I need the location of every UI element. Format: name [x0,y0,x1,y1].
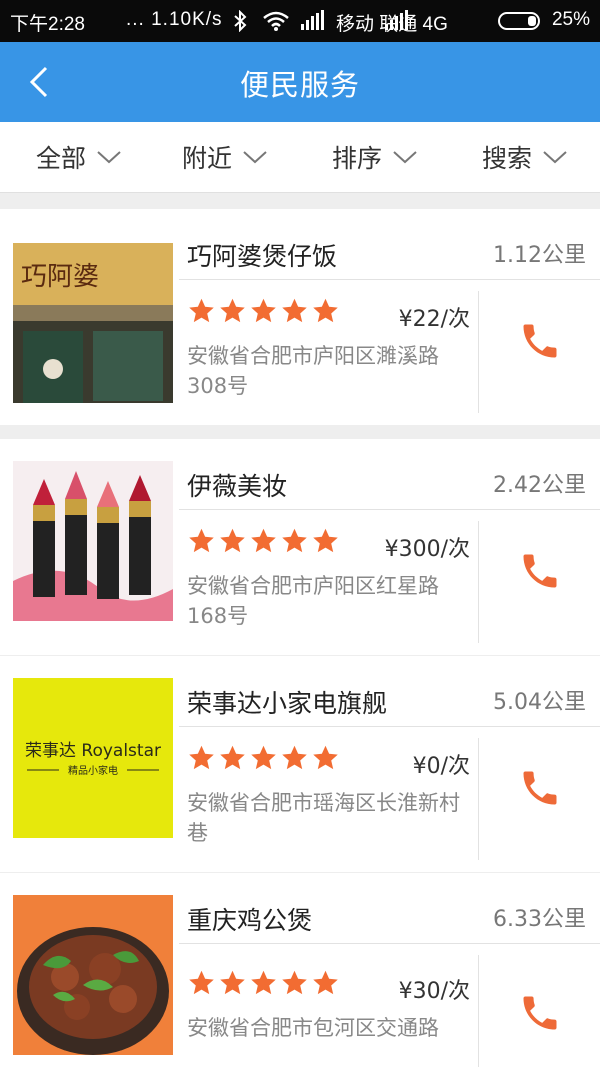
bluetooth-icon [233,9,247,38]
shop-image [13,461,173,621]
filter-all[interactable]: 全部 [36,135,122,179]
star-icon [189,298,214,323]
battery-icon [498,12,544,36]
star-icon [282,970,307,995]
shop-name: 重庆鸡公煲 [187,906,313,935]
app-header: 便民服务 [0,42,600,122]
shop-name: 伊薇美妆 [187,472,288,501]
star-icon [313,970,338,995]
shop-image-label: 巧阿婆 [21,262,99,292]
star-icon [189,528,214,553]
shop-price: ¥30/次 [398,979,470,1004]
shop-address: 安徽省合肥市庐阳区红星路168号 [187,574,439,628]
status-carriers: 移动 联通 4G [336,14,448,35]
signal-icon [301,10,325,36]
chevron-down-icon [543,151,567,164]
shop-name: 巧阿婆煲仔饭 [187,242,338,271]
filter-sort[interactable]: 排序 [332,135,418,179]
list-item[interactable]: 重庆鸡公煲 6.33公里 ¥30/次 安徽省合肥市包河区交通路 [0,873,600,1067]
shop-distance: 6.33公里 [493,907,586,932]
status-bar: 下午2:28 ... 1.10K/s 移动 联通 4G 25% [0,0,600,42]
star-icon [251,970,276,995]
shop-image-label: 荣事达 Royalstar [25,741,161,761]
star-icon [220,745,245,770]
chevron-down-icon [97,151,121,164]
star-rating [187,969,340,997]
shop-image [13,895,173,1055]
phone-icon[interactable] [518,991,562,1035]
star-icon [220,298,245,323]
shop-address: 安徽省合肥市庐阳区濉溪路308号 [187,344,439,398]
shop-address: 安徽省合肥市包河区交通路 [187,1016,439,1040]
shop-distance: 2.42公里 [493,473,586,498]
shop-address: 安徽省合肥市瑶海区长淮新村巷 [187,791,460,845]
filter-nearby[interactable]: 附近 [182,135,268,179]
phone-icon[interactable] [518,319,562,363]
star-icon [313,745,338,770]
filter-label: 附近 [182,144,233,173]
star-icon [220,528,245,553]
filter-label: 排序 [332,144,383,173]
star-icon [251,298,276,323]
shop-price: ¥0/次 [412,754,470,779]
shop-price: ¥300/次 [384,537,470,562]
star-rating [187,527,340,555]
phone-icon[interactable] [518,766,562,810]
shop-name: 荣事达小家电旗舰 [187,689,388,718]
star-rating [187,297,340,325]
wifi-icon [262,10,290,38]
page-title: 便民服务 [239,68,360,102]
star-icon [189,970,214,995]
list-item[interactable]: 巧阿婆 巧阿婆煲仔饭 1.12公里 ¥22/次 安徽省合肥市庐阳区濉溪路308号 [0,209,600,425]
status-time: 下午2:28 [10,14,85,35]
star-icon [189,745,214,770]
star-icon [251,528,276,553]
list-item[interactable]: 荣事达 Royalstar 精品小家电 荣事达小家电旗舰 5.04公里 ¥0/次… [0,656,600,872]
star-rating [187,744,340,772]
chevron-down-icon [243,151,267,164]
shop-distance: 5.04公里 [493,690,586,715]
shop-image: 荣事达 Royalstar 精品小家电 [13,678,173,838]
star-icon [282,745,307,770]
filter-label: 全部 [36,144,87,173]
battery-percent: 25% [551,9,590,30]
star-icon [313,528,338,553]
star-icon [251,745,276,770]
list-item[interactable]: 伊薇美妆 2.42公里 ¥300/次 安徽省合肥市庐阳区红星路168号 [0,439,600,655]
filter-search[interactable]: 搜索 [482,135,568,179]
star-icon [282,528,307,553]
shop-distance: 1.12公里 [493,243,586,268]
filter-bar: 全部 附近 排序 搜索 [0,122,600,193]
star-icon [313,298,338,323]
chevron-down-icon [393,151,417,164]
star-icon [220,970,245,995]
shop-price: ¥22/次 [398,307,470,332]
star-icon [282,298,307,323]
filter-label: 搜索 [482,144,533,173]
shop-image-sublabel: 精品小家电 [68,764,118,777]
phone-icon[interactable] [518,549,562,593]
shop-image: 巧阿婆 [13,243,173,403]
status-speed: ... 1.10K/s [126,9,223,30]
